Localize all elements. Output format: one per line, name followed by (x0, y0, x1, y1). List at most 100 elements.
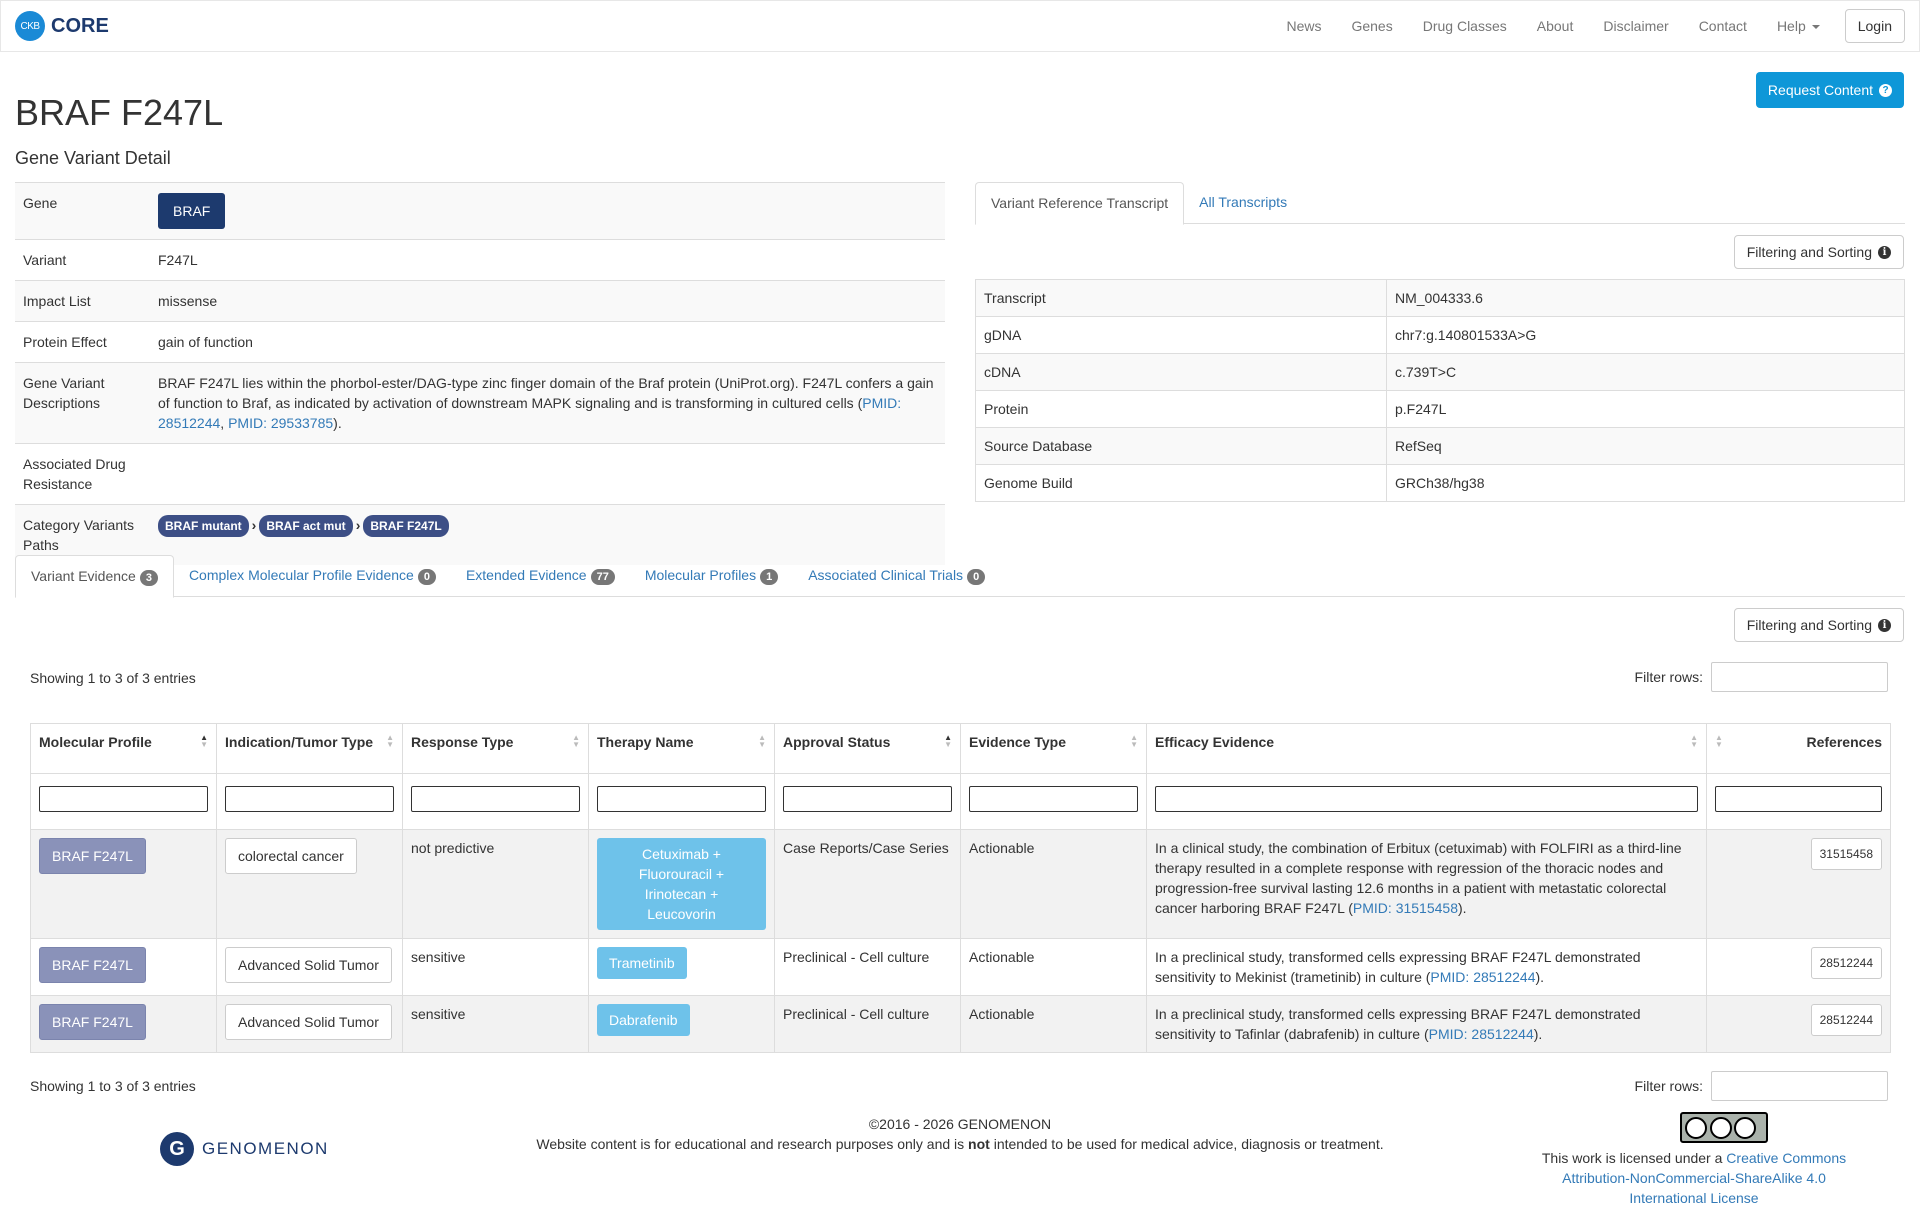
column-filter-input[interactable] (969, 786, 1138, 812)
molecular-profile-button[interactable]: BRAF F247L (39, 838, 146, 874)
column-filter-input[interactable] (597, 786, 766, 812)
disclaimer-pre: Website content is for educational and r… (536, 1136, 969, 1152)
evidence-tabs: Variant Evidence 3 Complex Molecular Prof… (15, 555, 1905, 598)
tab-extended-evidence[interactable]: Extended Evidence 77 (451, 555, 630, 596)
therapy-button[interactable]: Dabrafenib (597, 1004, 690, 1036)
filter-cell (30, 773, 217, 830)
filter-cell (774, 773, 961, 830)
category-pill[interactable]: BRAF F247L (363, 515, 449, 537)
column-filter-input[interactable] (1715, 786, 1882, 812)
tab-variant-evidence[interactable]: Variant Evidence 3 (15, 555, 174, 598)
filter-cell (960, 773, 1147, 830)
column-filter-input[interactable] (1155, 786, 1698, 812)
column-filter-input[interactable] (39, 786, 208, 812)
gene-button[interactable]: BRAF (158, 193, 226, 229)
column-filter-input[interactable] (225, 786, 394, 812)
cell-efficacy: In a preclinical study, transformed cell… (1146, 995, 1707, 1053)
cell-approval: Preclinical - Cell culture (774, 938, 961, 996)
reference-button[interactable]: 28512244 (1810, 1004, 1882, 1036)
detail-key: Gene (15, 182, 150, 240)
filter-cell (402, 773, 589, 830)
info-circle-icon: i (1878, 618, 1891, 632)
col-response-type[interactable]: Response Type ▲ ▼ (402, 723, 589, 774)
detail-key: Variant (15, 239, 150, 281)
sort-icon: ▲ ▼ (944, 733, 952, 749)
transcript-row: Protein p.F247L (975, 390, 1905, 428)
pmid-link[interactable]: PMID: 29533785 (228, 415, 333, 431)
tab-variant-reference-transcript[interactable]: Variant Reference Transcript (975, 182, 1185, 225)
reference-button[interactable]: 28512244 (1810, 947, 1882, 979)
therapy-button[interactable]: Trametinib (597, 947, 687, 979)
column-filter-input[interactable] (411, 786, 580, 812)
column-filter-input[interactable] (783, 786, 952, 812)
request-content-button[interactable]: Request Content ? (1755, 72, 1904, 108)
genomenon-logo-text: GENOMENON (202, 1139, 329, 1158)
indication-button[interactable]: Advanced Solid Tumor (225, 947, 392, 983)
genomenon-logo[interactable]: G GENOMENON (160, 1132, 329, 1166)
nav-genes[interactable]: Genes (1336, 18, 1407, 34)
transcript-key: Protein (975, 390, 1387, 428)
sort-icon: ▲ ▼ (386, 733, 394, 749)
col-references[interactable]: ▲ ▼ References (1706, 723, 1891, 774)
category-pill[interactable]: BRAF mutant (158, 515, 249, 537)
nav-drug-classes[interactable]: Drug Classes (1408, 18, 1522, 34)
detail-key: Protein Effect (15, 321, 150, 363)
nav-about[interactable]: About (1522, 18, 1589, 34)
sort-icon: ▲ ▼ (1690, 733, 1698, 749)
therapy-button[interactable]: Cetuximab + Fluorouracil + Irinotecan + … (597, 838, 766, 930)
info-circle-icon: i (1878, 245, 1891, 259)
category-pill[interactable]: BRAF act mut (259, 515, 353, 537)
sort-icon: ▲ ▼ (1130, 733, 1138, 749)
page-title: BRAF F247L (15, 92, 224, 133)
pmid-link[interactable]: PMID: 28512244 (1429, 1026, 1534, 1042)
col-indication[interactable]: Indication/Tumor Type ▲ ▼ (216, 723, 403, 774)
column-label: Evidence Type (969, 734, 1067, 750)
login-button[interactable]: Login (1844, 9, 1905, 43)
tab-complex-molecular-profile-evidence[interactable]: Complex Molecular Profile Evidence 0 (174, 555, 451, 596)
col-molecular-profile[interactable]: Molecular Profile ▲ ▼ (30, 723, 217, 774)
filter-cell (1146, 773, 1707, 830)
reference-button[interactable]: 31515458 (1810, 838, 1882, 870)
tab-all-transcripts[interactable]: All Transcripts (1184, 182, 1302, 223)
disclaimer-text: Website content is for educational and r… (500, 1134, 1420, 1154)
molecular-profile-button[interactable]: BRAF F247L (39, 947, 146, 983)
pmid-link[interactable]: PMID: 28512244 (1430, 969, 1535, 985)
nav-help-dropdown[interactable]: Help (1762, 18, 1835, 34)
tab-associated-clinical-trials[interactable]: Associated Clinical Trials 0 (793, 555, 1000, 596)
detail-value: missense (150, 280, 945, 322)
efficacy-text: In a preclinical study, transformed cell… (1155, 949, 1641, 985)
col-evidence-type[interactable]: Evidence Type ▲ ▼ (960, 723, 1147, 774)
nav-news[interactable]: News (1271, 18, 1336, 34)
cell-indication: Advanced Solid Tumor (216, 995, 403, 1053)
column-label: Molecular Profile (39, 734, 152, 750)
nav-contact[interactable]: Contact (1684, 18, 1762, 34)
table-row: BRAF F247L Advanced Solid Tumor sensitiv… (30, 995, 1891, 1053)
indication-button[interactable]: Advanced Solid Tumor (225, 1004, 392, 1040)
brand-name: CORE (51, 14, 109, 37)
detail-row-impact: Impact List missense (15, 280, 945, 322)
count-badge: 0 (417, 569, 436, 585)
pmid-link[interactable]: PMID: 31515458 (1353, 900, 1458, 916)
filter-rows-input[interactable] (1711, 662, 1888, 692)
transcript-row: Transcript NM_004333.6 (975, 279, 1905, 317)
ckb-logo-icon: CKB (15, 11, 45, 41)
tab-molecular-profiles[interactable]: Molecular Profiles 1 (630, 555, 793, 596)
transcript-value: GRCh38/hg38 (1386, 464, 1905, 502)
nav-disclaimer[interactable]: Disclaimer (1588, 18, 1683, 34)
evidence-filter-sort-button[interactable]: Filtering and Sorting i (1733, 608, 1904, 642)
col-approval-status[interactable]: Approval Status ▲ ▼ (774, 723, 961, 774)
brand-logo[interactable]: CKB CORE (15, 11, 109, 41)
cell-response: sensitive (402, 938, 589, 996)
col-efficacy-evidence[interactable]: Efficacy Evidence ▲ ▼ (1146, 723, 1707, 774)
cc-by-nc-sa-icon[interactable] (1680, 1112, 1768, 1143)
filter-rows-input[interactable] (1711, 1071, 1888, 1101)
molecular-profile-button[interactable]: BRAF F247L (39, 1004, 146, 1040)
efficacy-text: In a preclinical study, transformed cell… (1155, 1006, 1641, 1042)
transcript-filter-sort-button[interactable]: Filtering and Sorting i (1733, 235, 1904, 269)
count-badge: 3 (139, 570, 158, 586)
efficacy-end: ). (1535, 969, 1545, 985)
detail-row-gene: Gene BRAF (15, 182, 945, 240)
indication-button[interactable]: colorectal cancer (225, 838, 357, 874)
separator: , (220, 415, 229, 431)
col-therapy-name[interactable]: Therapy Name ▲ ▼ (588, 723, 775, 774)
